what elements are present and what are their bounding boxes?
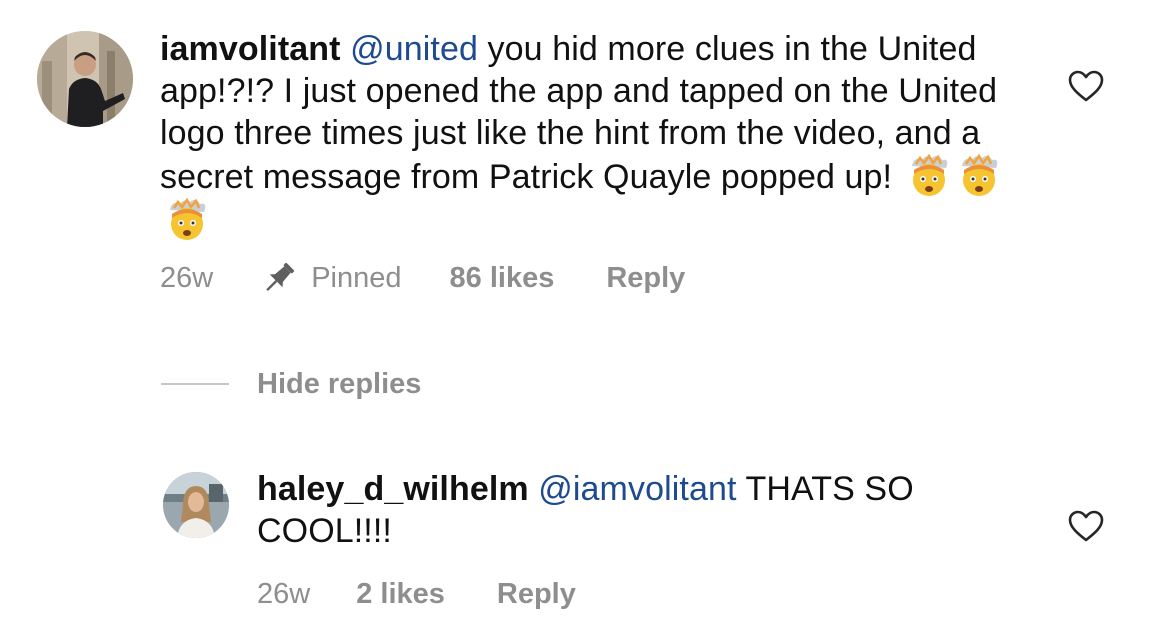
- reply-mention[interactable]: @iamvolitant: [538, 470, 736, 508]
- pinned-label: Pinned: [311, 261, 402, 294]
- pushpin-icon: [266, 262, 295, 292]
- hide-replies-line: [161, 383, 229, 385]
- reply-meta: 26w 2 likes Reply: [257, 574, 576, 614]
- exploding-head-emoji: [956, 154, 1002, 198]
- reply-body: haley_d_wilhelm @iamvolitant THATS SO CO…: [257, 468, 1017, 552]
- reply-button[interactable]: Reply: [606, 262, 685, 295]
- heart-outline-icon[interactable]: [1067, 69, 1105, 103]
- comment-body: iamvolitant @united you hid more clues i…: [160, 28, 1040, 242]
- comments-thread: iamvolitant @united you hid more clues i…: [0, 0, 1170, 637]
- comment-age: 26w: [160, 261, 214, 294]
- heart-outline-icon[interactable]: [1067, 509, 1105, 543]
- exploding-head-emoji: [164, 198, 210, 242]
- exploding-head-emoji: [906, 154, 952, 198]
- reply-age: 26w: [257, 577, 311, 610]
- reply-likes[interactable]: 2 likes: [356, 578, 445, 611]
- avatar-haley-d-wilhelm[interactable]: [163, 472, 229, 538]
- pinned-indicator: Pinned: [259, 258, 402, 298]
- reply-reply-button[interactable]: Reply: [497, 578, 576, 611]
- comment-mention[interactable]: @united: [350, 30, 478, 68]
- hide-replies-toggle[interactable]: Hide replies: [161, 364, 421, 404]
- comment-meta: 26w Pinned 86 likes Reply: [160, 258, 685, 298]
- comment-username[interactable]: iamvolitant: [160, 30, 341, 68]
- avatar-iamvolitant[interactable]: [37, 31, 133, 127]
- hide-replies-label[interactable]: Hide replies: [257, 368, 421, 401]
- reply-username[interactable]: haley_d_wilhelm: [257, 470, 529, 508]
- comment-likes[interactable]: 86 likes: [450, 262, 555, 295]
